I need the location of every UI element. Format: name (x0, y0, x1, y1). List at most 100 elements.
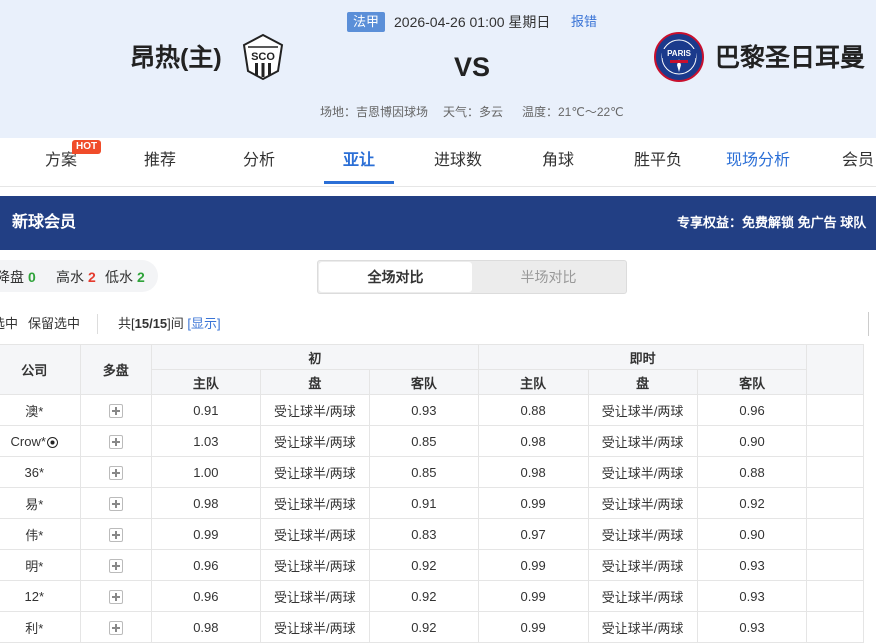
tab-goals[interactable]: 进球数 (430, 138, 486, 184)
table-row[interactable]: 明* 0.96 受让球半/两球 0.92 0.99 受让球半/两球 0.93 (0, 549, 864, 581)
multi-cell (79, 580, 152, 612)
company-cell[interactable]: 12* (0, 580, 81, 612)
multi-cell (79, 518, 152, 550)
vip-banner[interactable]: 新球会员 专享权益：免费解锁 免广告 球队 (0, 196, 876, 250)
show-link[interactable]: [显示] (187, 316, 220, 331)
toolbar-edge-divider (868, 312, 869, 336)
expand-plus-icon[interactable] (108, 403, 123, 418)
expand-plus-icon[interactable] (108, 589, 123, 604)
expand-plus-icon[interactable] (108, 558, 123, 573)
vip-title: 新球会员 (12, 214, 77, 231)
drop-label: 降盘 (0, 269, 24, 285)
hot-badge: HOT (72, 140, 102, 154)
home-team-name[interactable]: 昂热(主) (130, 38, 222, 78)
away-logo-text: PARIS (667, 49, 692, 58)
col-live-home: 主队 (477, 369, 589, 395)
live-home-odds: 0.98 (477, 425, 589, 457)
half-time-compare-button[interactable]: 半场对比 (472, 262, 625, 292)
live-away-odds: 0.92 (696, 487, 808, 519)
table-row[interactable]: 易* 0.98 受让球半/两球 0.91 0.99 受让球半/两球 0.92 (0, 487, 864, 519)
initial-line: 受让球半/两球 (259, 456, 370, 488)
col-extra (806, 344, 864, 395)
nav-tabs: 方案 推荐 分析 亚让 进球数 角球 胜平负 现场分析 会员 (0, 138, 876, 187)
high-stat: 高水 2 (56, 268, 96, 286)
extra-cell (806, 611, 864, 643)
table-row[interactable]: 利* 0.98 受让球半/两球 0.92 0.99 受让球半/两球 0.93 (0, 611, 864, 643)
multi-cell (79, 611, 152, 643)
company-cell[interactable]: 明* (0, 549, 81, 581)
live-home-odds: 0.88 (477, 394, 589, 426)
report-error-link[interactable]: 报错 (571, 12, 597, 32)
initial-away-odds: 0.85 (368, 425, 479, 457)
live-line: 受让球半/两球 (587, 394, 698, 426)
multi-cell (79, 456, 152, 488)
initial-line: 受让球半/两球 (259, 611, 370, 643)
company-cell[interactable]: 利* (0, 611, 81, 643)
live-home-odds: 0.99 (477, 549, 589, 581)
initial-line: 受让球半/两球 (259, 549, 370, 581)
table-row[interactable]: 12* 0.96 受让球半/两球 0.92 0.99 受让球半/两球 0.93 (0, 580, 864, 612)
initial-home-odds: 0.99 (150, 518, 261, 550)
company-cell[interactable]: 伟* (0, 518, 81, 550)
extra-cell (806, 456, 864, 488)
table-row[interactable]: 澳* 0.91 受让球半/两球 0.93 0.88 受让球半/两球 0.96 (0, 394, 864, 426)
company-cell[interactable]: 36* (0, 456, 81, 488)
tab-corners[interactable]: 角球 (538, 138, 578, 184)
extra-cell (806, 425, 864, 457)
expand-plus-icon[interactable] (108, 620, 123, 635)
initial-home-odds: 0.91 (150, 394, 261, 426)
table-row[interactable]: Crow* 1.03 受让球半/两球 0.85 0.98 受让球半/两球 0.90 (0, 425, 864, 457)
live-line: 受让球半/两球 (587, 456, 698, 488)
handicap-table: 公司 多盘 初 即时 主队 盘 客队 主队 盘 客队 澳* 0.91 受让球半/两球… (0, 344, 864, 643)
company-name: 利* (25, 620, 44, 636)
table-row[interactable]: 伟* 0.99 受让球半/两球 0.83 0.97 受让球半/两球 0.90 (0, 518, 864, 550)
col-live-away: 客队 (696, 369, 808, 395)
company-name: 36* (24, 464, 45, 480)
expand-plus-icon[interactable] (108, 465, 123, 480)
live-home-odds: 0.99 (477, 611, 589, 643)
company-cell[interactable]: 澳* (0, 394, 81, 426)
vs-label: VS (454, 52, 491, 82)
initial-away-odds: 0.91 (368, 487, 479, 519)
home-logo-text: SCO (251, 51, 275, 63)
live-line: 受让球半/两球 (587, 611, 698, 643)
tab-recommend[interactable]: 推荐 (140, 138, 180, 184)
low-stat: 低水 2 (105, 268, 145, 286)
drop-stat: 降盘 0 (0, 268, 36, 286)
keep-selected-button[interactable]: 保留选中 (28, 316, 80, 332)
table-row[interactable]: 36* 1.00 受让球半/两球 0.85 0.98 受让球半/两球 0.88 (0, 456, 864, 488)
expand-plus-icon[interactable] (108, 434, 123, 449)
high-label: 高水 (56, 269, 84, 285)
expand-plus-icon[interactable] (108, 527, 123, 542)
extra-cell (806, 580, 864, 612)
extra-cell (806, 518, 864, 550)
tab-1x2[interactable]: 胜平负 (630, 138, 686, 184)
live-away-odds: 0.93 (696, 549, 808, 581)
company-name: 澳* (25, 403, 44, 419)
initial-line: 受让球半/两球 (259, 580, 370, 612)
home-team-logo[interactable]: SCO (242, 33, 284, 81)
league-badge[interactable]: 法甲 (347, 12, 386, 32)
full-time-compare-button[interactable]: 全场对比 (319, 262, 472, 292)
company-cell[interactable]: 易* (0, 487, 81, 519)
away-team-name[interactable]: 巴黎圣日耳曼 (715, 38, 865, 78)
expand-plus-icon[interactable] (108, 496, 123, 511)
live-away-odds: 0.96 (696, 394, 808, 426)
delete-selected-button[interactable]: 选中 (0, 316, 18, 332)
tab-live-analysis[interactable]: 现场分析 (724, 138, 792, 184)
tab-analysis[interactable]: 分析 (239, 138, 279, 184)
company-cell[interactable]: Crow* (0, 425, 81, 457)
vip-benefits: 专享权益：免费解锁 免广告 球队 (677, 215, 867, 230)
away-team-logo[interactable]: PARIS (654, 32, 704, 82)
low-value: 2 (137, 269, 145, 285)
live-away-odds: 0.90 (696, 518, 808, 550)
col-initial-home: 主队 (150, 369, 261, 395)
initial-home-odds: 1.03 (150, 425, 261, 457)
drop-value: 0 (28, 269, 36, 285)
tab-member[interactable]: 会员 (838, 138, 876, 184)
multi-cell (79, 487, 152, 519)
tab-asian-handicap[interactable]: 亚让 (324, 138, 394, 184)
company-name: 明* (25, 558, 44, 574)
col-live-line: 盘 (587, 369, 698, 395)
live-line: 受让球半/两球 (587, 487, 698, 519)
